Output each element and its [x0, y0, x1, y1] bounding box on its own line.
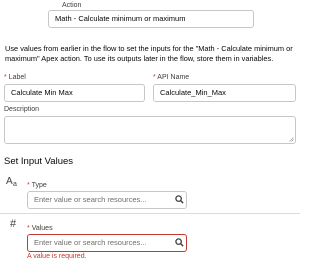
values-input-placeholder: Enter value or search resources...: [34, 238, 147, 247]
type-input[interactable]: Enter value or search resources...: [27, 191, 187, 209]
values-field-label-text: Values: [31, 225, 53, 232]
number-type-icon: #: [10, 218, 17, 230]
label-field-label-text: Label: [8, 74, 26, 81]
text-type-glyph-a-upper: A: [6, 176, 13, 187]
description-field-label: Description: [4, 106, 40, 113]
text-type-icon: A a: [6, 177, 22, 189]
action-description-text: Use values from earlier in the flow to s…: [5, 44, 293, 63]
type-input-placeholder: Enter value or search resources...: [34, 195, 147, 204]
search-icon[interactable]: [175, 238, 184, 247]
required-mark: *: [27, 182, 30, 189]
action-field[interactable]: Math - Calculate minimum or maximum: [48, 10, 254, 28]
required-mark: *: [27, 225, 30, 232]
action-label: Action: [62, 2, 82, 9]
resize-handle-icon[interactable]: [289, 137, 294, 142]
description-textarea[interactable]: [4, 116, 296, 144]
type-field-label: * Type: [27, 182, 47, 190]
section-divider: [0, 213, 300, 214]
label-input[interactable]: Calculate Min Max: [4, 84, 145, 102]
text-type-glyph-a-lower: a: [13, 181, 17, 188]
required-mark: *: [153, 74, 156, 81]
type-field-label-text: Type: [31, 182, 47, 189]
label-field-label: * Label: [4, 74, 26, 82]
values-error-message: A value is required.: [27, 253, 87, 260]
values-input[interactable]: Enter value or search resources...: [27, 234, 187, 252]
api-name-field-label-text: API Name: [157, 74, 190, 81]
set-input-values-heading: Set Input Values: [4, 156, 74, 167]
api-name-field-label: * API Name: [153, 74, 189, 82]
api-name-input[interactable]: Calculate_Min_Max: [153, 84, 296, 102]
action-editor-panel: Action Math - Calculate minimum or maxim…: [0, 0, 300, 262]
required-mark: *: [4, 74, 7, 81]
values-field-label: * Values: [27, 225, 53, 233]
search-icon[interactable]: [175, 195, 184, 204]
